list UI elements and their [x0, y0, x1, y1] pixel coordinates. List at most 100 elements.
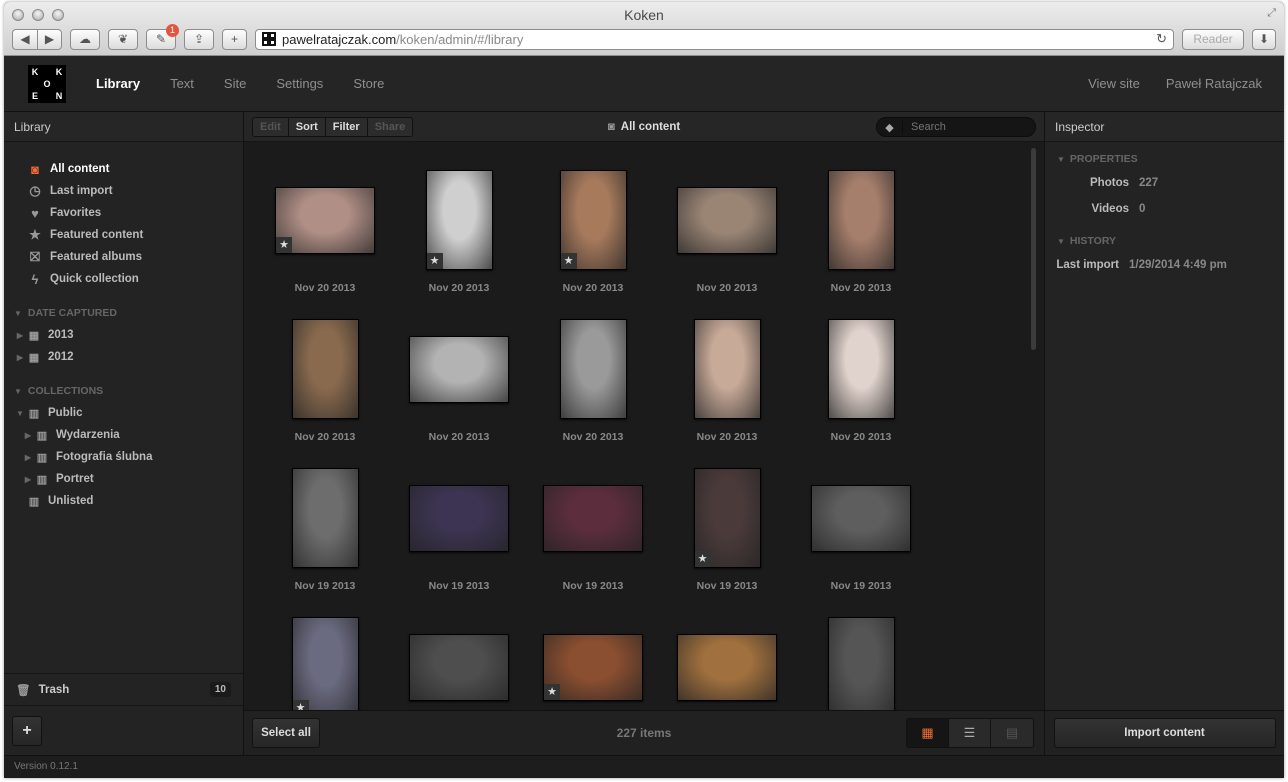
photo-thumbnail[interactable]: ★ — [275, 186, 375, 254]
featured-star-icon[interactable]: ★ — [276, 236, 292, 253]
back-button[interactable]: ◀ — [12, 28, 37, 50]
photo-tile[interactable]: Nov 19 2013 — [258, 443, 392, 592]
featured-star-icon[interactable]: ★ — [544, 683, 560, 700]
sort-button[interactable]: Sort — [288, 117, 326, 136]
photo-tile[interactable]: Nov 19 2013 — [392, 443, 526, 592]
photo-thumbnail[interactable] — [543, 484, 643, 552]
date-captured-section[interactable]: ▼ DATE CAPTURED — [4, 302, 243, 324]
featured-star-icon[interactable]: ★ — [426, 253, 443, 269]
collection-unlisted[interactable]: ▥ Unlisted — [4, 490, 243, 512]
grid-view-icon[interactable]: ▦ — [907, 719, 949, 747]
content-actions: Edit Sort Filter Share — [252, 116, 414, 137]
share-button[interactable]: ⇪ — [184, 28, 214, 50]
edit-button[interactable]: Edit — [253, 117, 289, 136]
photo-thumbnail[interactable]: ★ — [543, 633, 643, 701]
header-right-nav: View site Paweł Ratajczak — [1088, 76, 1262, 91]
history-section[interactable]: ▼ HISTORY — [1045, 230, 1284, 252]
reload-icon[interactable]: ↻ — [1156, 31, 1167, 47]
sidebar-item-last-import[interactable]: ◷ Last import — [4, 180, 243, 202]
photo-thumbnail[interactable] — [811, 484, 911, 552]
user-menu-link[interactable]: Paweł Ratajczak — [1166, 76, 1262, 91]
year-2013[interactable]: ▶ ▦ 2013 — [4, 324, 243, 346]
photo-tile[interactable]: Nov 20 2013 — [392, 294, 526, 443]
featured-star-icon[interactable]: ★ — [560, 253, 577, 269]
photo-thumbnail[interactable]: ★ — [425, 170, 493, 270]
collection-public[interactable]: ▼ ▥ Public — [4, 402, 243, 424]
photo-tile[interactable]: Nov 20 2013 — [794, 145, 928, 294]
photo-thumbnail[interactable] — [409, 335, 509, 403]
photo-tile[interactable]: Nov 20 2013 — [258, 294, 392, 443]
nav-site[interactable]: Site — [224, 76, 246, 91]
koken-logo[interactable]: KK O EN — [28, 64, 66, 103]
nav-settings[interactable]: Settings — [276, 76, 323, 91]
tools-button[interactable]: ✎ 1 — [146, 23, 179, 50]
photo-tile[interactable]: Nov 20 2013 — [526, 294, 660, 443]
photo-tile[interactable]: ★ — [526, 592, 660, 710]
downloads-button[interactable]: ⬇ — [1252, 28, 1276, 50]
photo-thumbnail[interactable]: ★ — [693, 468, 761, 568]
photo-thumbnail[interactable] — [677, 186, 777, 254]
photo-tile[interactable]: ★ Nov 20 2013 — [392, 145, 526, 294]
photo-thumbnail[interactable] — [827, 617, 895, 710]
new-tab-button[interactable]: + — [222, 28, 247, 50]
photo-thumbnail[interactable] — [827, 319, 895, 419]
photo-tile[interactable]: ★ Nov 20 2013 — [526, 145, 660, 294]
trash-item[interactable]: 🗑 Trash 10 — [4, 673, 243, 705]
collection-wydarzenia[interactable]: ▶ ▥ Wydarzenia — [4, 424, 243, 446]
nav-text[interactable]: Text — [170, 76, 194, 91]
photo-tile[interactable]: ★ — [258, 592, 392, 710]
share-content-button[interactable]: Share — [367, 117, 413, 136]
add-collection-button[interactable]: + — [12, 715, 42, 746]
photo-tile[interactable]: Nov 19 2013 — [794, 443, 928, 592]
photo-tile[interactable]: Nov 20 2013 — [794, 294, 928, 443]
select-all-button[interactable]: Select all — [252, 718, 320, 748]
sidebar-item-favorites[interactable]: ♥ Favorites — [4, 202, 243, 224]
collection-fotografia-slubna[interactable]: ▶ ▥ Fotografia ślubna — [4, 446, 243, 468]
photo-tile[interactable]: ★ Nov 20 2013 — [258, 145, 392, 294]
photo-tile[interactable] — [392, 592, 526, 710]
tag-icon[interactable]: ◆ — [877, 120, 903, 134]
year-2012[interactable]: ▶ ▦ 2012 — [4, 346, 243, 368]
photo-tile[interactable]: Nov 19 2013 — [526, 443, 660, 592]
filter-button[interactable]: Filter — [325, 117, 368, 136]
photo-thumbnail[interactable] — [409, 484, 509, 552]
address-bar[interactable]: pawelratajczak.com/koken/admin/#/library… — [255, 28, 1174, 50]
photo-thumbnail[interactable] — [677, 633, 777, 701]
collections-section[interactable]: ▼ COLLECTIONS — [4, 380, 243, 402]
photo-thumbnail[interactable] — [693, 319, 761, 419]
photo-tile[interactable]: Nov 20 2013 — [660, 294, 794, 443]
view-site-link[interactable]: View site — [1088, 76, 1140, 91]
import-content-button[interactable]: Import content — [1053, 718, 1276, 748]
photo-thumbnail[interactable]: ★ — [291, 617, 359, 710]
photo-thumbnail[interactable] — [409, 633, 509, 701]
properties-section[interactable]: ▼ PROPERTIES — [1045, 148, 1284, 170]
photo-tile[interactable]: Nov 20 2013 — [660, 145, 794, 294]
nav-store[interactable]: Store — [353, 76, 384, 91]
sidebar-item-featured-albums[interactable]: ⛝ Featured albums — [4, 246, 243, 268]
photo-tile[interactable] — [794, 592, 928, 710]
featured-star-icon[interactable]: ★ — [292, 700, 309, 710]
sidebar-item-all-content[interactable]: ◙ All content — [4, 158, 243, 180]
featured-star-icon[interactable]: ★ — [694, 551, 711, 567]
filmstrip-view-icon[interactable]: ▤ — [991, 719, 1033, 747]
nav-library[interactable]: Library — [96, 76, 140, 91]
list-view-icon[interactable]: ☰ — [949, 719, 991, 747]
photo-thumbnail[interactable] — [559, 319, 627, 419]
library-sidebar: Library ◙ All content ◷ Last import ♥ Favor… — [4, 112, 244, 755]
photo-thumbnail[interactable] — [827, 170, 895, 270]
photo-thumbnail[interactable] — [291, 468, 359, 568]
collection-portret[interactable]: ▶ ▥ Portret — [4, 468, 243, 490]
icloud-tabs-button[interactable]: ☁ — [70, 28, 100, 50]
grid-scrollbar[interactable] — [1031, 148, 1036, 350]
photo-tile[interactable] — [660, 592, 794, 710]
fullscreen-icon[interactable]: ⤢ — [1267, 7, 1276, 20]
photo-tile[interactable]: ★ Nov 19 2013 — [660, 443, 794, 592]
sidebar-item-featured-content[interactable]: ★ Featured content — [4, 224, 243, 246]
extension-button[interactable]: ❦ — [108, 28, 138, 50]
forward-button[interactable]: ▶ — [37, 28, 62, 50]
search-input[interactable] — [903, 121, 1023, 133]
photo-thumbnail[interactable]: ★ — [559, 170, 627, 270]
sidebar-item-quick-collection[interactable]: ϟ Quick collection — [4, 268, 243, 290]
reader-button[interactable]: Reader — [1182, 28, 1244, 50]
photo-thumbnail[interactable] — [291, 319, 359, 419]
